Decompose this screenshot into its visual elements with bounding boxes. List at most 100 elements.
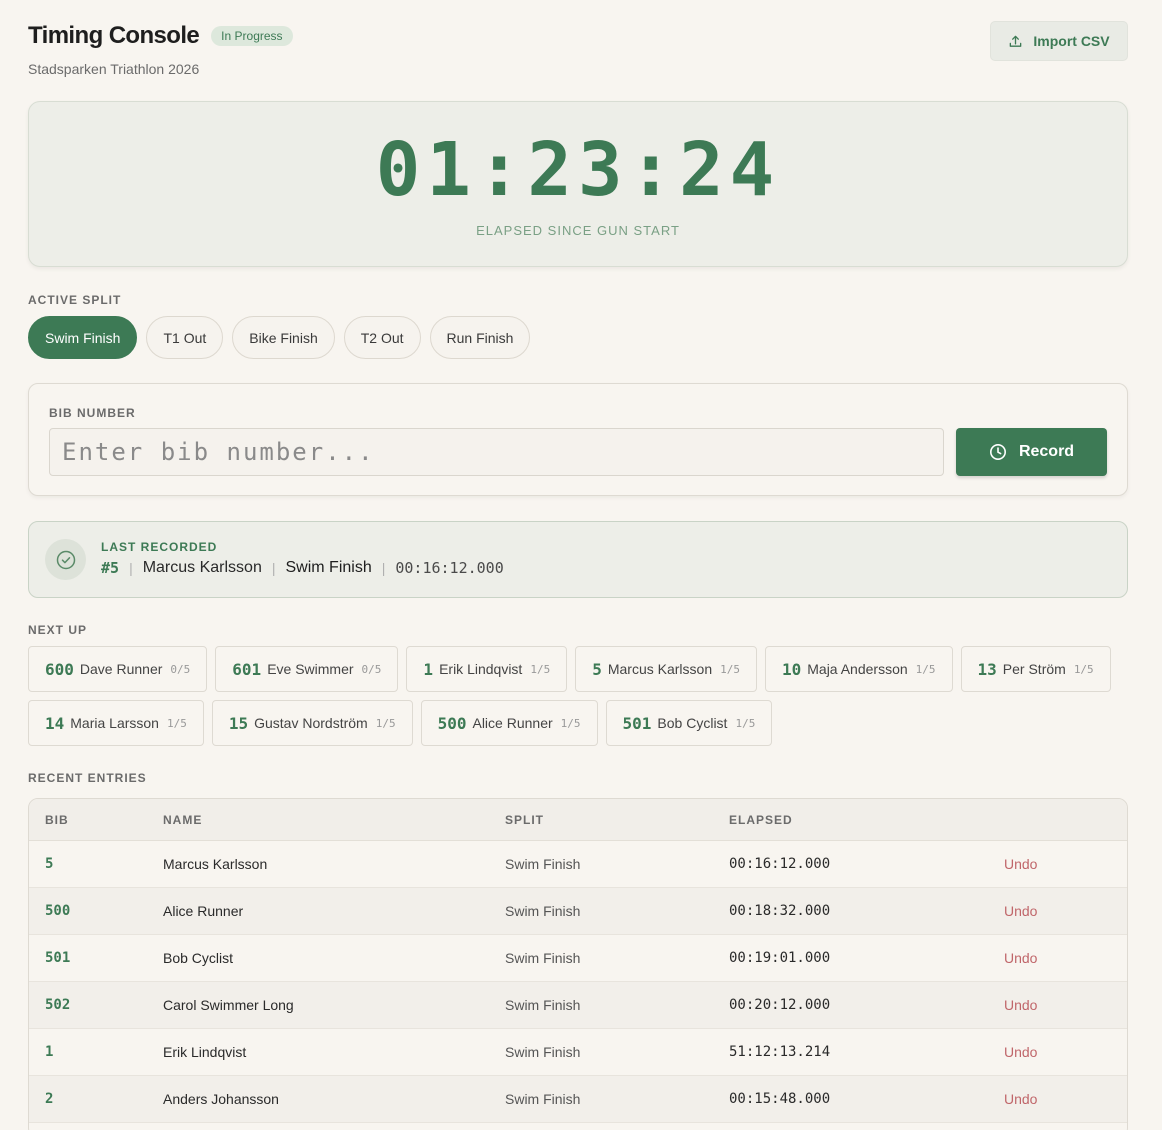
row-elapsed: 00:20:12.000 (729, 997, 831, 1013)
elapsed-clock-card: 01:23:24 ELAPSED SINCE GUN START (28, 101, 1128, 267)
next-up-name: Erik Lindqvist (439, 661, 523, 677)
column-header-name: NAME (163, 813, 203, 827)
row-bib: 1 (45, 1044, 54, 1060)
next-up-progress: 0/5 (170, 662, 191, 676)
page-header: Timing Console In Progress Stadsparken T… (28, 21, 1128, 82)
last-recorded-details: #5 | Marcus Karlsson | Swim Finish | 00:… (101, 559, 504, 577)
row-split: Swim Finish (505, 856, 581, 872)
split-selector: Swim Finish T1 Out Bike Finish T2 Out Run Fi… (28, 316, 531, 359)
undo-button[interactable]: Undo (1004, 950, 1037, 966)
next-up-bib: 14 (45, 713, 65, 733)
bib-number-label: BIB NUMBER (49, 406, 136, 420)
next-up-progress: 1/5 (735, 716, 756, 730)
elapsed-clock: 01:23:24 (375, 127, 781, 213)
row-split: Swim Finish (505, 950, 581, 966)
table-header: BIB NAME SPLIT ELAPSED (29, 799, 1127, 841)
bib-number-input[interactable] (49, 428, 944, 476)
row-split: Swim Finish (505, 903, 581, 919)
next-up-name: Alice Runner (472, 715, 553, 731)
import-csv-button[interactable]: Import CSV (990, 21, 1128, 61)
title-row: Timing Console In Progress (28, 22, 1128, 50)
split-button-bike-finish[interactable]: Bike Finish (232, 316, 335, 359)
next-up-chip[interactable]: 13 Per Ström 1/5 (960, 646, 1111, 692)
next-up-chip[interactable]: 5 Marcus Karlsson 1/5 (575, 646, 757, 692)
import-csv-label: Import CSV (1033, 33, 1110, 49)
next-up-progress: 1/5 (166, 716, 187, 730)
next-up-bib: 601 (232, 659, 262, 679)
undo-button[interactable]: Undo (1004, 997, 1037, 1013)
next-up-name: Marcus Karlsson (607, 661, 713, 677)
row-name: Alice Runner (163, 903, 244, 919)
next-up-chip[interactable]: 1 Erik Lindqvist 1/5 (406, 646, 568, 692)
next-up-bib: 15 (228, 713, 249, 733)
next-up-bib: 1 (423, 659, 434, 679)
last-recorded-card: LAST RECORDED #5 | Marcus Karlsson | Swi… (28, 521, 1128, 598)
column-header-split: SPLIT (505, 813, 545, 827)
next-up-name: Maja Andersson (807, 661, 908, 677)
next-up-name: Dave Runner (79, 661, 163, 677)
row-bib: 5 (45, 856, 54, 872)
table-body: 5 Marcus Karlsson Swim Finish 00:16:12.000 U… (29, 841, 1127, 1123)
next-up-progress: 1/5 (720, 662, 740, 676)
column-header-bib: BIB (45, 813, 69, 827)
table-row: 501 Bob Cyclist Swim Finish 00:19:01.000 Und… (29, 935, 1127, 982)
table-row: 2 Anders Johansson Swim Finish 00:15:48.000… (29, 1076, 1127, 1123)
recent-entries-label: RECENT ENTRIES (28, 771, 147, 785)
next-up-bib: 500 (437, 713, 467, 733)
next-up-chip[interactable]: 501 Bob Cyclist 1/5 (605, 700, 773, 746)
split-button-t1-out[interactable]: T1 Out (146, 316, 224, 359)
record-label: Record (1018, 443, 1075, 460)
next-up-bib: 10 (781, 659, 802, 679)
next-up-name: Eve Swimmer (267, 661, 354, 677)
status-badge: In Progress (211, 26, 293, 46)
row-name: Erik Lindqvist (163, 1044, 247, 1060)
undo-button[interactable]: Undo (1004, 1044, 1037, 1060)
next-up-bib: 13 (977, 659, 997, 679)
undo-button[interactable]: Undo (1004, 903, 1037, 919)
table-row: 1 Erik Lindqvist Swim Finish 51:12:13.214 Un… (29, 1029, 1127, 1076)
row-split: Swim Finish (505, 997, 581, 1013)
record-button[interactable]: Record (956, 428, 1107, 476)
next-up-label: NEXT UP (28, 623, 88, 637)
next-up-chip[interactable]: 500 Alice Runner 1/5 (420, 700, 598, 746)
next-up-progress: 1/5 (560, 716, 581, 730)
table-row: 500 Alice Runner Swim Finish 00:18:32.000 Un… (29, 888, 1127, 935)
row-elapsed: 00:18:32.000 (729, 903, 831, 919)
row-elapsed: 00:15:48.000 (729, 1091, 831, 1107)
next-up-chip[interactable]: 15 Gustav Nordström 1/5 (211, 700, 413, 746)
next-up-bib: 600 (45, 659, 74, 679)
active-split-label: ACTIVE SPLIT (28, 293, 122, 307)
next-up-chip[interactable]: 10 Maja Andersson 1/5 (764, 646, 953, 692)
next-up-progress: 1/5 (915, 662, 936, 676)
row-bib: 500 (45, 903, 71, 919)
undo-button[interactable]: Undo (1004, 856, 1037, 872)
table-row: 5 Marcus Karlsson Swim Finish 00:16:12.000 U… (29, 841, 1127, 888)
next-up-progress: 1/5 (1073, 662, 1094, 676)
split-button-run-finish[interactable]: Run Finish (429, 316, 531, 359)
row-bib: 2 (45, 1091, 54, 1107)
last-recorded-time: 00:16:12.000 (395, 559, 504, 577)
next-up-name: Bob Cyclist (657, 715, 728, 731)
clock-icon (989, 444, 1006, 460)
next-up-chip[interactable]: 600 Dave Runner 0/5 (28, 646, 208, 692)
next-up-bib: 501 (622, 713, 652, 733)
next-up-chip[interactable]: 601 Eve Swimmer 0/5 (215, 646, 399, 692)
row-name: Marcus Karlsson (163, 856, 268, 872)
split-button-t2-out[interactable]: T2 Out (343, 316, 421, 359)
row-bib: 501 (45, 950, 71, 966)
row-name: Carol Swimmer Long (163, 997, 294, 1013)
upload-icon (1010, 35, 1022, 47)
next-up-chip[interactable]: 14 Maria Larsson 1/5 (28, 700, 204, 746)
next-up-progress: 0/5 (361, 662, 382, 676)
undo-button[interactable]: Undo (1004, 1091, 1037, 1107)
next-up-name: Maria Larsson (70, 715, 159, 731)
recent-entries-table: BIB NAME SPLIT ELAPSED 5 Marcus Karlsson S… (28, 798, 1128, 1130)
row-elapsed: 51:12:13.214 (729, 1044, 831, 1060)
elapsed-clock-label: ELAPSED SINCE GUN START (476, 223, 680, 238)
last-recorded-label: LAST RECORDED (101, 540, 218, 554)
check-circle-icon (45, 539, 86, 580)
next-up-bib: 5 (592, 659, 602, 679)
split-button-swim-finish[interactable]: Swim Finish (28, 316, 138, 359)
event-subtitle: Stadsparken Triathlon 2026 (28, 61, 200, 77)
row-split: Swim Finish (505, 1091, 581, 1107)
